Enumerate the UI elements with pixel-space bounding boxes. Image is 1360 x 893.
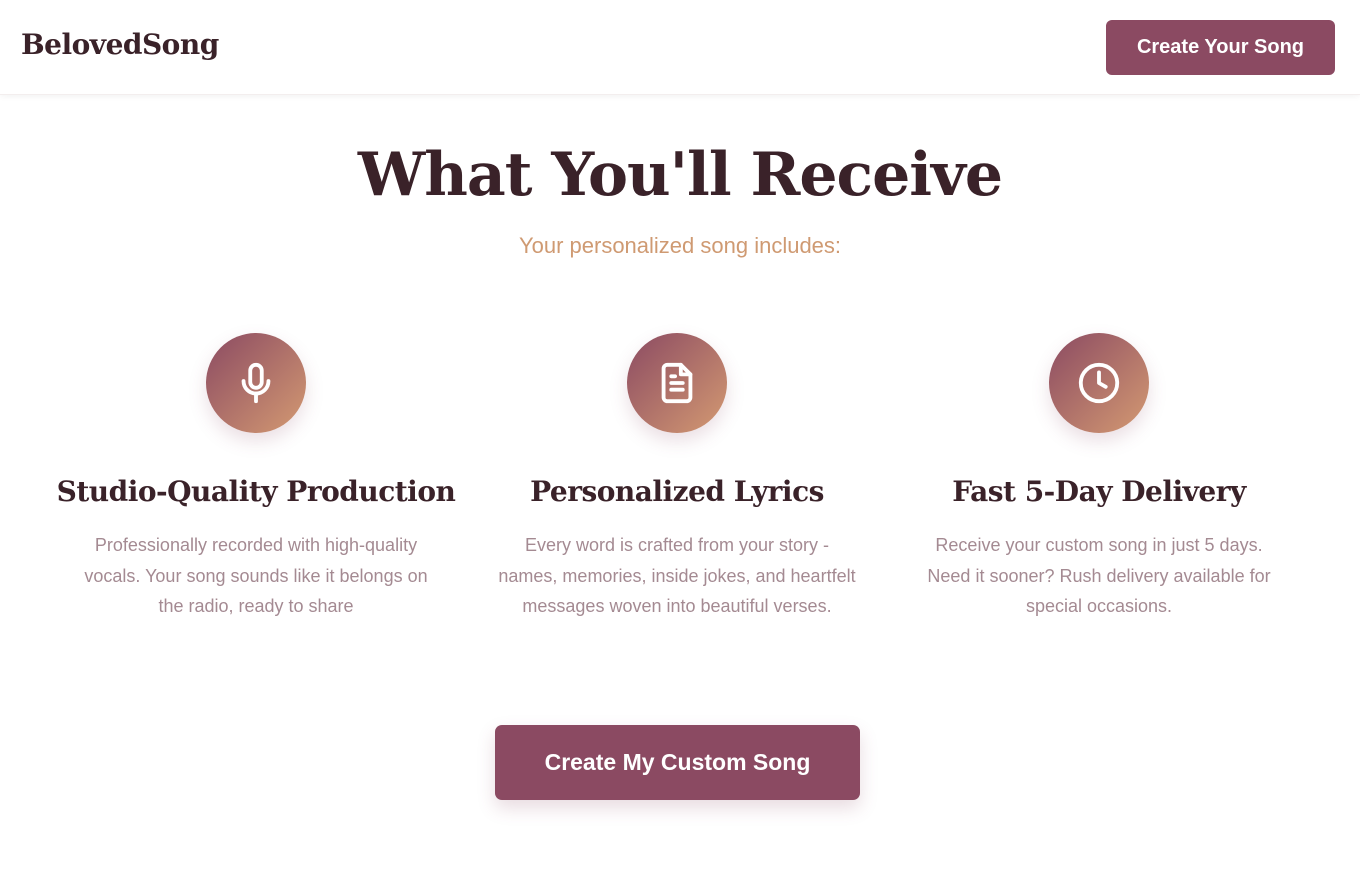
create-my-custom-song-button[interactable]: Create My Custom Song [495,725,860,800]
feature-description: Professionally recorded with high-qualit… [84,535,428,616]
microphone-icon [206,333,306,433]
site-header: BelovedSong Create Your Song [0,0,1360,95]
logo[interactable]: BelovedSong [21,28,219,61]
feature-card-studio-quality: Studio-Quality Production Professionally… [56,333,456,622]
section-title: What You'll Receive [357,140,1003,210]
document-icon [627,333,727,433]
clock-icon [1049,333,1149,433]
feature-title: Studio-Quality Production [56,475,456,508]
page: BelovedSong Create Your Song What You'll… [0,0,1360,893]
feature-description: Receive your custom song in just 5 days.… [927,535,1271,616]
feature-card-fast-delivery: Fast 5-Day Delivery Receive your custom … [899,333,1299,622]
feature-description: Every word is crafted from your story - … [498,535,856,616]
section-subtitle: Your personalized song includes: [518,233,842,258]
create-your-song-button[interactable]: Create Your Song [1106,20,1335,75]
feature-title: Personalized Lyrics [530,475,824,508]
feature-title: Fast 5-Day Delivery [952,475,1246,508]
feature-card-personalized-lyrics: Personalized Lyrics Every word is crafte… [477,333,877,622]
